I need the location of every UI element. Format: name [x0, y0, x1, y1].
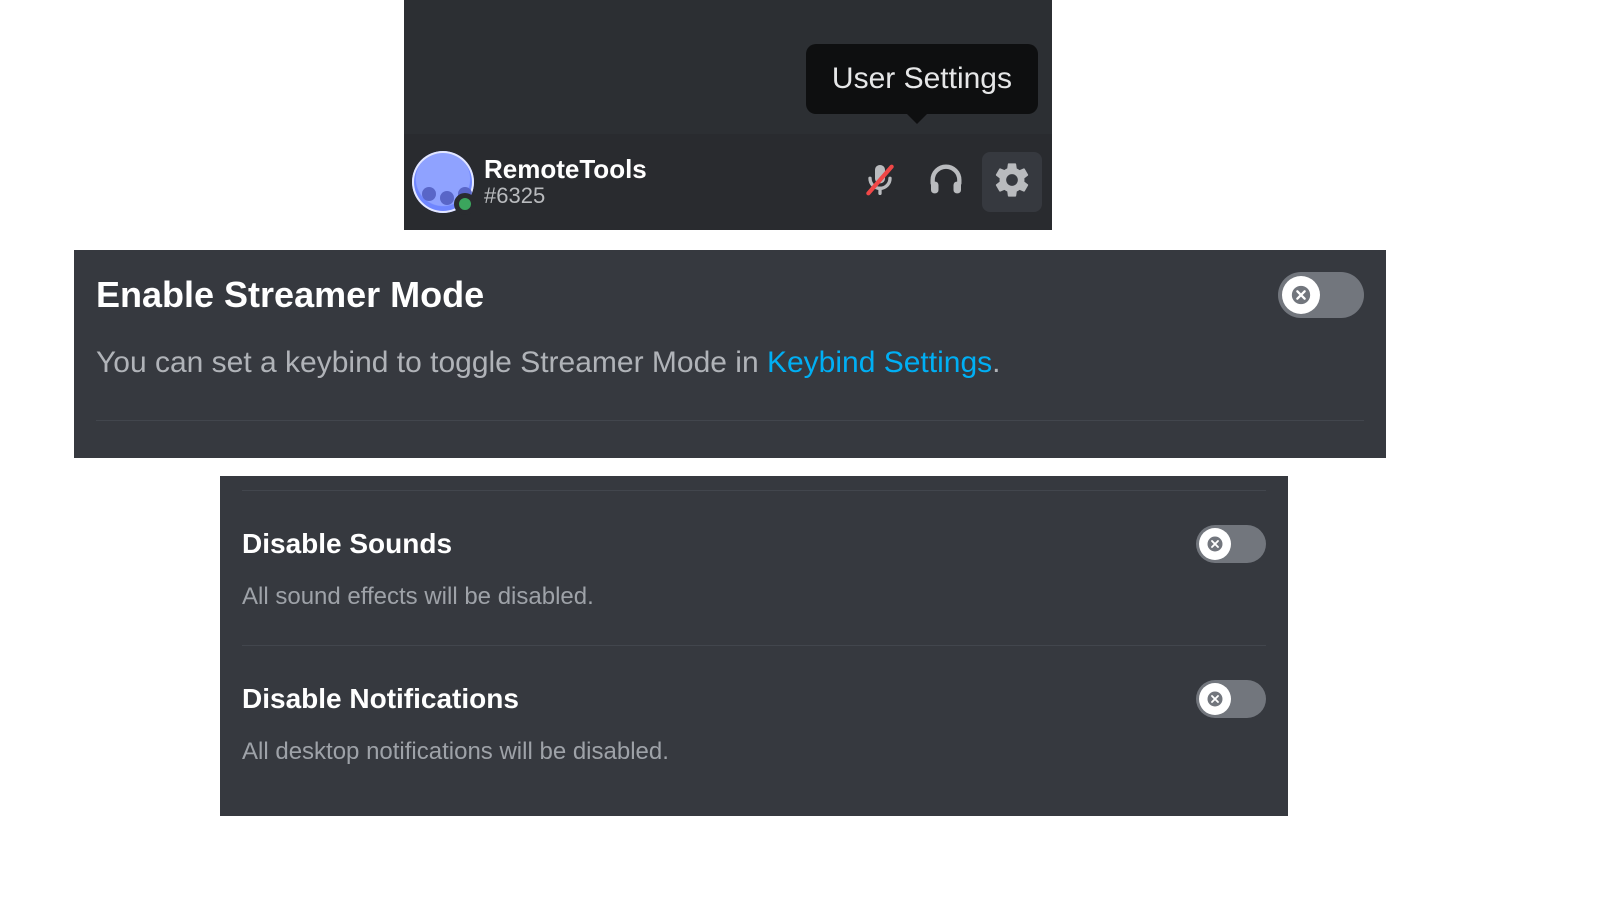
gear-icon: [992, 160, 1032, 205]
user-info[interactable]: RemoteTools #6325: [484, 155, 647, 210]
toggle-knob: [1199, 528, 1231, 560]
status-online-indicator: [454, 193, 476, 215]
streamer-mode-panel: Enable Streamer Mode You can set a keybi…: [74, 250, 1386, 458]
enable-streamer-mode-title: Enable Streamer Mode: [96, 274, 484, 316]
username: RemoteTools: [484, 155, 647, 184]
user-panel: User Settings RemoteTools #6325: [404, 0, 1052, 230]
disable-notifications-title: Disable Notifications: [242, 683, 519, 715]
headphones-icon: [926, 160, 966, 205]
streamer-options-panel: Disable Sounds All sound effects will be…: [220, 476, 1288, 816]
toggle-knob: [1282, 276, 1320, 314]
user-settings-tooltip: User Settings: [806, 44, 1038, 114]
toggle-knob: [1199, 683, 1231, 715]
control-icons: [850, 152, 1052, 212]
user-tag: #6325: [484, 183, 647, 209]
disable-sounds-toggle[interactable]: [1196, 525, 1266, 563]
disable-sounds-description: All sound effects will be disabled.: [242, 583, 1266, 611]
mute-mic-button[interactable]: [850, 152, 910, 212]
deafen-button[interactable]: [916, 152, 976, 212]
disable-sounds-title: Disable Sounds: [242, 528, 452, 560]
user-bar: RemoteTools #6325: [404, 134, 1052, 230]
tooltip-text: User Settings: [832, 62, 1012, 95]
disable-notifications-toggle[interactable]: [1196, 680, 1266, 718]
disable-notifications-description: All desktop notifications will be disabl…: [242, 738, 1266, 766]
desc-prefix: You can set a keybind to toggle Streamer…: [96, 346, 767, 379]
divider: [96, 420, 1364, 421]
keybind-settings-link[interactable]: Keybind Settings: [767, 346, 992, 379]
user-settings-button[interactable]: [982, 152, 1042, 212]
avatar[interactable]: [412, 151, 474, 213]
enable-streamer-mode-toggle[interactable]: [1278, 272, 1364, 318]
streamer-mode-description: You can set a keybind to toggle Streamer…: [96, 346, 1364, 380]
mic-muted-icon: [860, 160, 900, 205]
desc-suffix: .: [992, 346, 1000, 379]
